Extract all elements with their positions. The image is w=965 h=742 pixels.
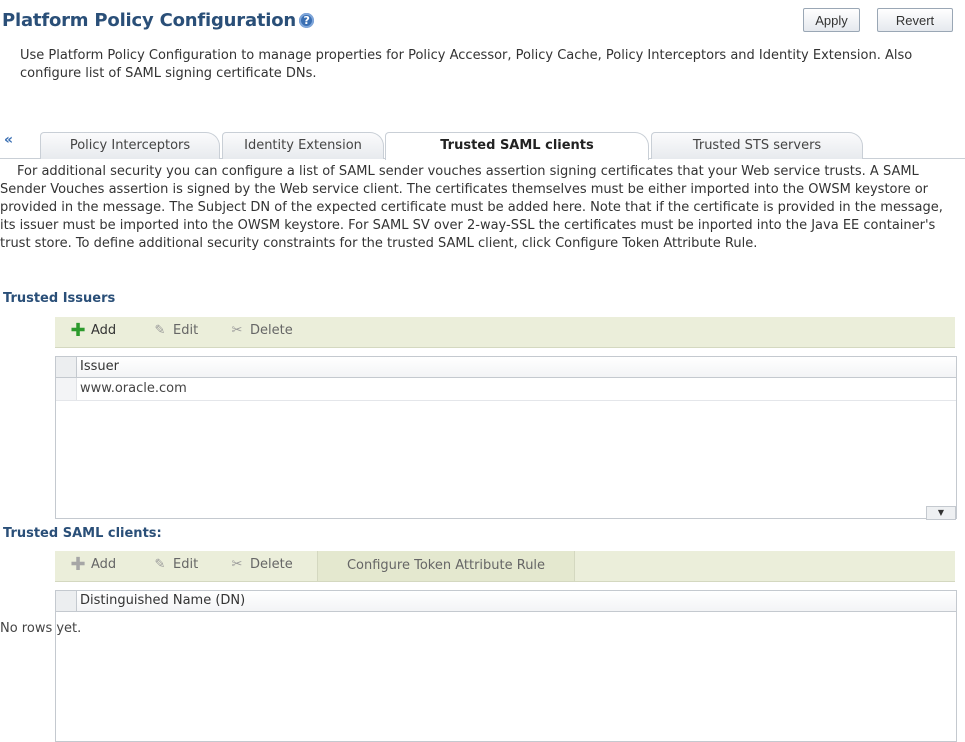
apply-button[interactable]: Apply bbox=[803, 8, 860, 32]
issuers-add-button[interactable]: ✚ Add bbox=[69, 320, 116, 341]
tab-trusted-saml-clients[interactable]: Trusted SAML clients bbox=[385, 132, 649, 160]
issuer-column-header[interactable]: Issuer bbox=[80, 359, 119, 374]
empty-table-message: No rows yet. bbox=[0, 621, 82, 636]
issuers-toolbar: ✚ Add ✎ Edit ✂ Delete bbox=[55, 317, 955, 348]
plus-icon: ✚ bbox=[70, 554, 86, 575]
issuer-cell: www.oracle.com bbox=[80, 381, 187, 396]
clients-delete-button[interactable]: ✂ Delete bbox=[228, 557, 293, 572]
clients-toolbar: ✚ Add ✎ Edit ✂ Delete Configure Token Attri… bbox=[55, 551, 955, 582]
row-header-cell bbox=[56, 378, 77, 400]
tab-scroll-left-icon[interactable]: « bbox=[4, 132, 13, 148]
page-title-text: Platform Policy Configuration bbox=[2, 10, 297, 31]
section-description: For additional security you can configur… bbox=[0, 164, 943, 251]
clients-add-button[interactable]: ✚ Add bbox=[69, 554, 116, 575]
plus-icon: ✚ bbox=[70, 320, 86, 341]
pencil-icon: ✎ bbox=[154, 557, 166, 572]
scroll-down-icon[interactable]: ▼ bbox=[926, 506, 956, 520]
tab-policy-interceptors[interactable]: Policy Interceptors bbox=[40, 132, 220, 159]
clients-table-header: Distinguished Name (DN) bbox=[56, 591, 956, 612]
row-header-cell bbox=[56, 357, 77, 377]
tab-identity-extension[interactable]: Identity Extension bbox=[222, 132, 384, 159]
dn-column-header[interactable]: Distinguished Name (DN) bbox=[80, 593, 245, 608]
tab-trusted-sts-servers[interactable]: Trusted STS servers bbox=[651, 132, 863, 159]
scissors-icon: ✂ bbox=[231, 557, 243, 572]
row-header-cell bbox=[56, 591, 77, 611]
issuers-table-header: Issuer bbox=[56, 357, 956, 378]
revert-button[interactable]: Revert bbox=[877, 8, 953, 32]
clients-table: Distinguished Name (DN) bbox=[55, 590, 957, 742]
pencil-icon: ✎ bbox=[154, 323, 166, 338]
help-icon[interactable]: ? bbox=[299, 13, 315, 28]
page-title: Platform Policy Configuration? bbox=[2, 10, 315, 31]
configure-token-attribute-rule-button[interactable]: Configure Token Attribute Rule bbox=[317, 551, 575, 581]
clients-edit-button[interactable]: ✎ Edit bbox=[151, 557, 199, 572]
scissors-icon: ✂ bbox=[231, 323, 243, 338]
issuers-edit-button[interactable]: ✎ Edit bbox=[151, 323, 199, 338]
tab-bar: « Policy Interceptors Identity Extension… bbox=[0, 128, 965, 160]
issuers-table: Issuer www.oracle.com bbox=[55, 356, 957, 519]
trusted-issuers-title: Trusted Issuers bbox=[3, 291, 116, 306]
intro-text: Use Platform Policy Configuration to man… bbox=[20, 48, 913, 81]
issuers-delete-button[interactable]: ✂ Delete bbox=[228, 323, 293, 338]
trusted-saml-clients-title: Trusted SAML clients: bbox=[3, 526, 162, 541]
table-row[interactable]: www.oracle.com bbox=[56, 378, 956, 401]
